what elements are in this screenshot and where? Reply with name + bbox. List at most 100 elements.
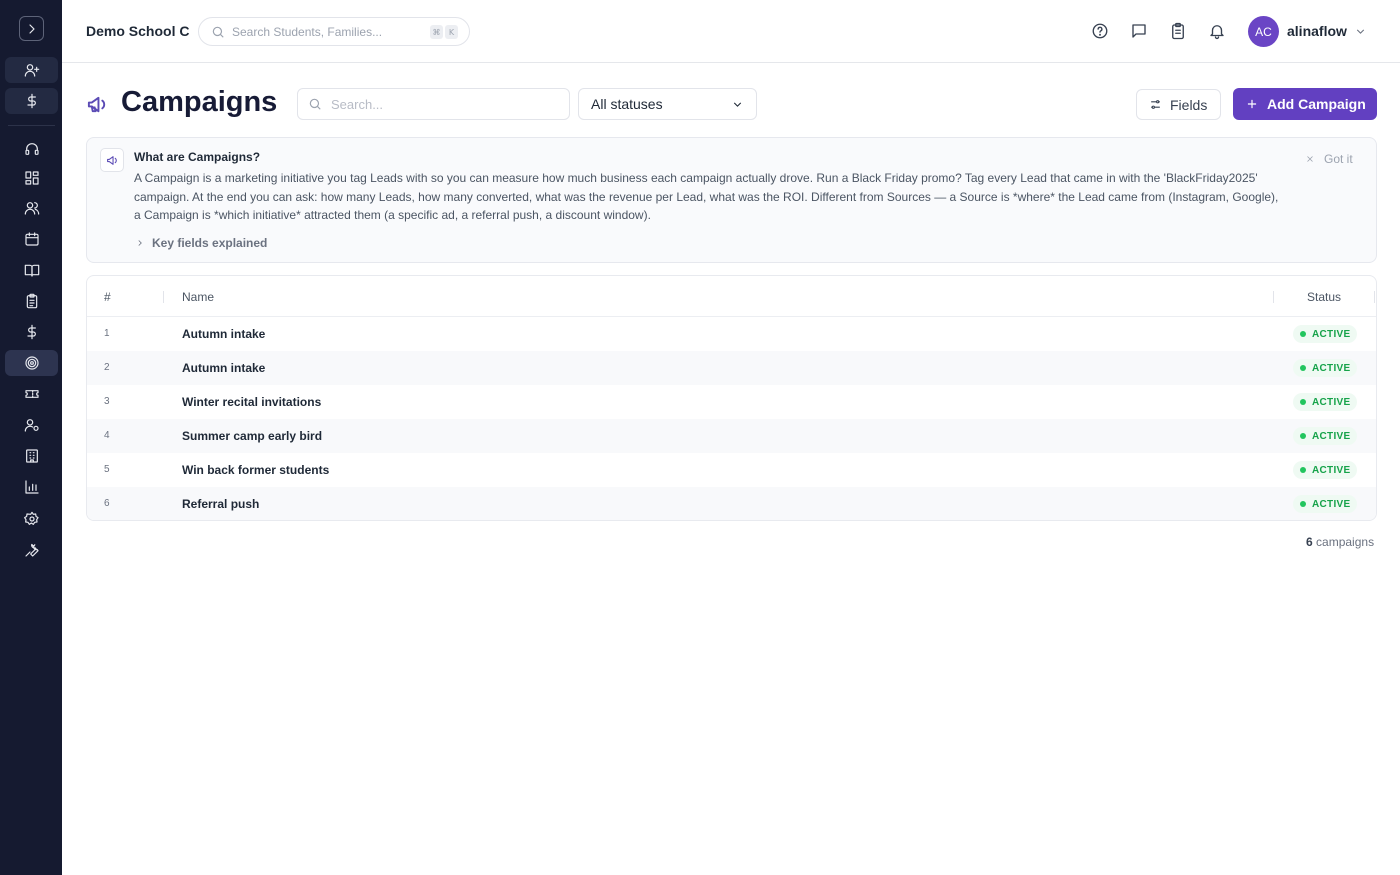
sidebar-expand-button[interactable] xyxy=(19,16,44,41)
bar-chart-icon xyxy=(24,480,39,494)
chevron-right-icon xyxy=(138,240,142,246)
sidebar-item-support[interactable] xyxy=(5,136,58,162)
dismiss-info-button[interactable]: Got it xyxy=(1305,152,1353,166)
status-dot xyxy=(1300,399,1306,405)
campaigns-table: # Name Status 1 Autumn intake ACTIVE 2 A… xyxy=(86,275,1377,521)
plus-icon xyxy=(1247,99,1257,109)
status-text: ACTIVE xyxy=(1312,362,1351,374)
notifications-button[interactable] xyxy=(1208,22,1226,40)
status-filter-value: All statuses xyxy=(591,96,663,112)
info-card: What are Campaigns? A Campaign is a mark… xyxy=(86,137,1377,263)
key-fields-toggle[interactable]: Key fields explained xyxy=(135,236,267,250)
table-row[interactable]: 5 Win back former students ACTIVE xyxy=(87,453,1376,487)
sliders-icon xyxy=(1151,100,1160,109)
bell-icon xyxy=(1210,25,1224,40)
chevron-down-icon xyxy=(733,102,742,107)
info-body: A Campaign is a marketing initiative you… xyxy=(134,171,1279,222)
megaphone-icon xyxy=(100,148,124,172)
status-badge: ACTIVE xyxy=(1293,359,1358,377)
row-number: 1 xyxy=(104,328,110,339)
campaign-name[interactable]: Win back former students xyxy=(182,463,329,477)
users-icon xyxy=(24,202,39,215)
column-header-status[interactable]: Status xyxy=(1307,290,1341,304)
user-settings-icon xyxy=(24,419,39,432)
campaign-search[interactable] xyxy=(297,88,570,120)
dismiss-info-label: Got it xyxy=(1324,152,1353,166)
dollar-icon xyxy=(26,93,36,109)
wrench-icon xyxy=(24,543,39,557)
table-row[interactable]: 2 Autumn intake ACTIVE xyxy=(87,351,1376,385)
column-header-number[interactable]: # xyxy=(104,290,111,304)
table-row[interactable]: 4 Summer camp early bird ACTIVE xyxy=(87,419,1376,453)
global-search-input[interactable] xyxy=(232,24,422,39)
campaign-name[interactable]: Autumn intake xyxy=(182,327,265,341)
key-fields-label: Key fields explained xyxy=(152,236,268,250)
sidebar-item-calendar[interactable] xyxy=(5,226,58,252)
user-avatar[interactable]: AC xyxy=(1248,16,1279,47)
sidebar-item-tools[interactable] xyxy=(5,537,58,563)
school-name[interactable]: Demo School C xyxy=(86,23,189,39)
user-menu-toggle[interactable] xyxy=(1354,25,1367,38)
messages-button[interactable] xyxy=(1130,22,1148,40)
status-dot xyxy=(1300,365,1306,371)
help-circle-icon xyxy=(1092,23,1108,39)
sidebar-divider xyxy=(8,125,55,126)
column-resize-handle[interactable] xyxy=(163,291,164,303)
column-resize-handle[interactable] xyxy=(1273,291,1274,303)
sidebar-item-campaigns[interactable] xyxy=(5,350,58,376)
fields-button-label: Fields xyxy=(1170,96,1208,113)
campaign-name[interactable]: Winter recital invitations xyxy=(182,395,321,409)
sidebar-item-students[interactable] xyxy=(5,195,58,221)
ticket-icon xyxy=(24,390,39,398)
sidebar-item-courses[interactable] xyxy=(5,257,58,283)
global-search[interactable]: ⌘ K xyxy=(198,17,470,46)
sidebar-item-locations[interactable] xyxy=(5,443,58,469)
search-icon xyxy=(309,98,321,110)
sidebar-item-dashboard[interactable] xyxy=(5,165,58,191)
fields-button[interactable]: Fields xyxy=(1136,89,1221,120)
campaign-count-label: campaigns xyxy=(1316,535,1375,549)
search-icon xyxy=(212,26,224,38)
table-row[interactable]: 3 Winter recital invitations ACTIVE xyxy=(87,385,1376,419)
status-badge: ACTIVE xyxy=(1293,325,1358,343)
campaign-name[interactable]: Referral push xyxy=(182,497,259,511)
shortcut-key-k: K xyxy=(445,25,458,39)
tasks-button[interactable] xyxy=(1169,22,1187,40)
sidebar-item-tasks[interactable] xyxy=(5,288,58,314)
book-icon xyxy=(24,264,39,277)
row-number: 3 xyxy=(104,396,110,407)
clipboard-icon xyxy=(1172,22,1184,40)
gear-icon xyxy=(23,511,39,525)
table-row[interactable]: 1 Autumn intake ACTIVE xyxy=(87,317,1376,351)
campaign-name[interactable]: Summer camp early bird xyxy=(182,429,322,443)
status-text: ACTIVE xyxy=(1312,328,1351,340)
campaign-count-number: 6 xyxy=(1306,535,1313,549)
sidebar-item-reports[interactable] xyxy=(5,474,58,500)
sidebar-item-staff[interactable] xyxy=(5,412,58,438)
page-title: Campaigns xyxy=(121,86,278,118)
sidebar-item-tickets[interactable] xyxy=(5,381,58,407)
sidebar-item-finance[interactable] xyxy=(5,319,58,345)
status-filter-select[interactable]: All statuses xyxy=(578,88,757,120)
sidebar-item-leads[interactable] xyxy=(5,57,58,83)
status-text: ACTIVE xyxy=(1312,498,1351,510)
add-campaign-button[interactable]: Add Campaign xyxy=(1233,88,1377,120)
target-icon xyxy=(24,356,39,370)
sidebar-item-billing[interactable] xyxy=(5,88,58,114)
sidebar-item-settings[interactable] xyxy=(5,506,58,532)
row-number: 6 xyxy=(104,498,110,509)
shortcut-key-cmd: ⌘ xyxy=(430,25,443,39)
campaign-search-input[interactable] xyxy=(331,96,551,112)
help-button[interactable] xyxy=(1091,22,1109,40)
campaign-name[interactable]: Autumn intake xyxy=(182,361,265,375)
column-resize-handle[interactable] xyxy=(1374,291,1375,303)
status-dot xyxy=(1300,331,1306,337)
status-text: ACTIVE xyxy=(1312,396,1351,408)
column-header-name[interactable]: Name xyxy=(182,290,214,304)
chevron-right-icon xyxy=(28,23,35,34)
status-badge: ACTIVE xyxy=(1293,427,1358,445)
chevron-down-icon xyxy=(1356,29,1365,34)
info-title: What are Campaigns? xyxy=(134,150,261,164)
user-name[interactable]: alinaflow xyxy=(1287,23,1347,39)
table-row[interactable]: 6 Referral push ACTIVE xyxy=(87,487,1376,520)
